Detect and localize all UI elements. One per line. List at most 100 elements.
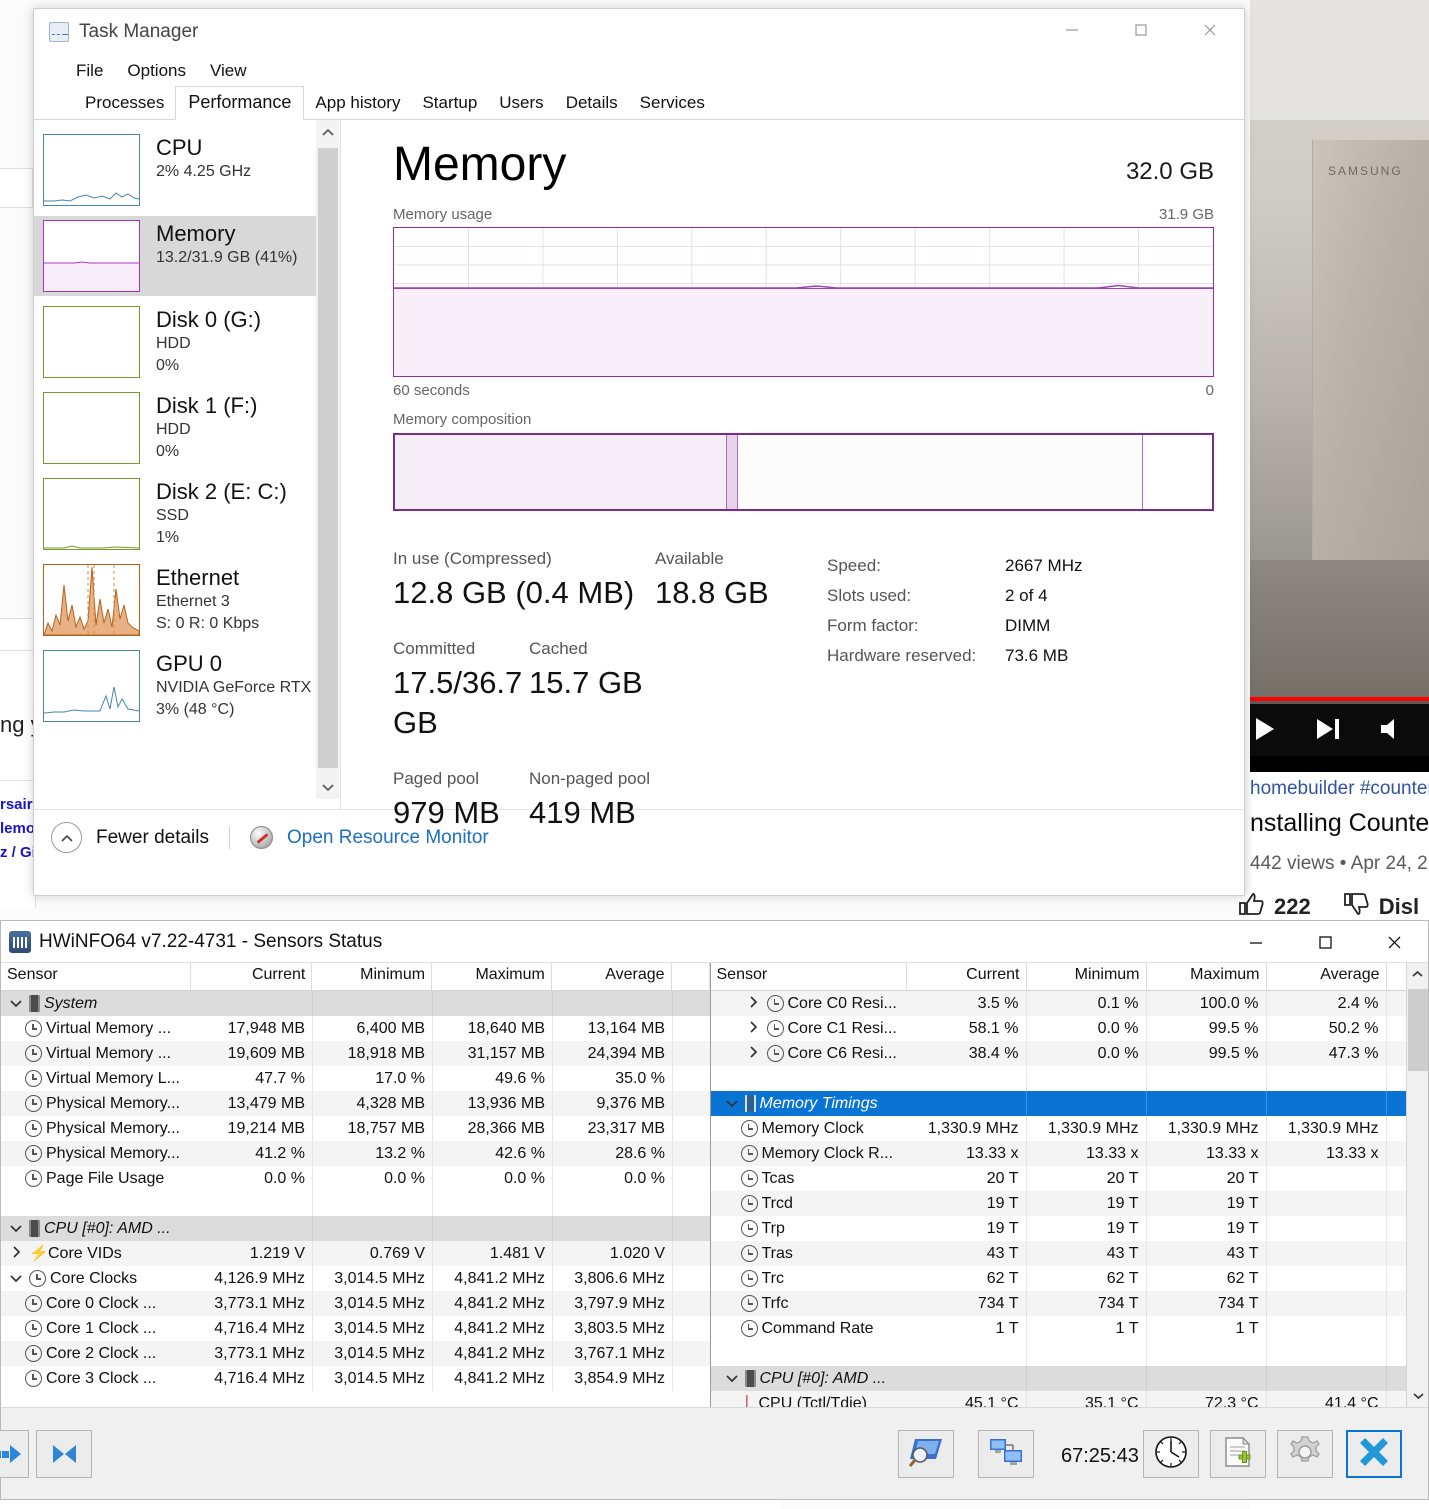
tab-users[interactable]: Users (488, 88, 554, 120)
remote-monitor-button[interactable] (978, 1430, 1034, 1478)
sensor-row[interactable]: Core 0 Clock ... 3,773.1 MHz 3,014.5 MHz 4,… (1, 1291, 710, 1316)
column-header-current-r[interactable]: Current (906, 963, 1027, 990)
sensor-row[interactable]: Memory Clock R... 13.33 x 13.33 x 13.33 x 13… (710, 1141, 1428, 1166)
maximize-icon[interactable] (1290, 921, 1359, 962)
chevron-right-icon[interactable] (745, 996, 763, 1011)
close-icon[interactable] (1175, 9, 1244, 51)
minimize-icon[interactable] (1221, 921, 1290, 962)
chevron-down-icon[interactable] (7, 996, 25, 1011)
sidebar-item-disk2[interactable]: Disk 2 (E: C:) SSD 1% (34, 474, 340, 554)
scroll-down-icon[interactable] (1407, 1385, 1428, 1407)
memory-composition-bar[interactable] (393, 433, 1214, 511)
chevron-down-icon[interactable] (723, 1096, 741, 1111)
task-manager-titlebar[interactable]: Task Manager (34, 9, 1244, 55)
sidebar-item-gpu0[interactable]: GPU 0 NVIDIA GeForce RTX 3% (48 °C) (34, 646, 340, 726)
menu-view[interactable]: View (210, 61, 247, 81)
sensor-row[interactable]: Core 1 Clock ... 4,716.4 MHz 3,014.5 MHz 4,… (1, 1316, 710, 1341)
collapse-columns-button[interactable] (36, 1430, 92, 1478)
sensor-row[interactable]: Trc 62 T 62 T 62 T (711, 1266, 1429, 1291)
sensor-group-row[interactable]: Memory Timings (710, 1091, 1428, 1116)
tab-startup[interactable]: Startup (411, 88, 488, 120)
scroll-down-icon[interactable] (316, 775, 340, 799)
sensor-row[interactable]: Physical Memory... 19,214 MB 18,757 MB 28,3… (1, 1116, 710, 1141)
sidebar-item-ethernet[interactable]: Ethernet Ethernet 3 S: 0 R: 0 Kbps (34, 560, 340, 640)
sensor-row[interactable]: Virtual Memory L... 47.7 % 17.0 % 49.6 % 35.… (1, 1066, 710, 1091)
column-header-average[interactable]: Average (551, 963, 672, 990)
scroll-up-icon[interactable] (1407, 963, 1428, 985)
sensor-row[interactable]: Core C6 Resi... 38.4 % 0.0 % 99.5 % 47.3 % (710, 1041, 1428, 1066)
sensor-row[interactable]: Memory Clock 1,330.9 MHz 1,330.9 MHz 1,330.… (711, 1116, 1429, 1141)
logging-button[interactable] (1210, 1430, 1266, 1478)
chevron-up-icon[interactable] (51, 822, 82, 853)
sensor-row[interactable]: Physical Memory... 41.2 % 13.2 % 42.6 % 28.6… (1, 1141, 710, 1166)
tab-performance[interactable]: Performance (175, 86, 305, 120)
play-icon[interactable] (1252, 716, 1276, 747)
sensor-row[interactable]: Trfc 734 T 734 T 734 T (710, 1291, 1428, 1316)
column-header-average-r[interactable]: Average (1266, 963, 1387, 990)
chevron-right-icon[interactable] (745, 1046, 763, 1061)
sensor-row[interactable]: Tras 43 T 43 T 43 T (710, 1241, 1428, 1266)
volume-icon[interactable] (1380, 718, 1406, 745)
scroll-up-icon[interactable] (316, 120, 340, 144)
column-header-current[interactable]: Current (190, 963, 313, 990)
settings-button[interactable] (1277, 1430, 1333, 1478)
sidebar-item-disk1[interactable]: Disk 1 (F:) HDD 0% (34, 388, 340, 468)
expand-columns-button[interactable] (0, 1430, 29, 1478)
dislike-button[interactable]: Disl (1343, 892, 1419, 922)
tab-processes[interactable]: Processes (74, 88, 175, 120)
sensor-row[interactable]: Core C0 Resi... 3.5 % 0.1 % 100.0 % 2.4 % (710, 991, 1428, 1016)
sensor-row[interactable]: Core C1 Resi... 58.1 % 0.0 % 99.5 % 50.2 % (711, 1016, 1429, 1041)
column-header-minimum[interactable]: Minimum (312, 963, 433, 990)
composition-segment-free[interactable] (1142, 435, 1212, 509)
sensor-row[interactable]: Physical Memory... 13,479 MB 4,328 MB 13,93… (1, 1091, 710, 1116)
sensor-row[interactable]: Command Rate 1 T1 T1 T (711, 1316, 1429, 1341)
column-header-sensor-r[interactable]: Sensor (710, 963, 907, 990)
column-header-maximum[interactable]: Maximum (432, 963, 552, 990)
sensor-scroll-thumb[interactable] (1408, 989, 1428, 1071)
tab-app-history[interactable]: App history (304, 88, 411, 120)
menu-options[interactable]: Options (127, 61, 186, 81)
close-sensors-button[interactable] (1346, 1430, 1402, 1478)
sensor-row[interactable]: Virtual Memory ... 19,609 MB 18,918 MB 31,1… (1, 1041, 710, 1066)
sensor-row[interactable]: Trcd 19 T 19 T 19 T (710, 1191, 1428, 1216)
chevron-right-icon[interactable] (745, 1021, 763, 1036)
sensor-group-row[interactable]: CPU [#0]: AMD ... (1, 1216, 710, 1241)
reset-timer-button[interactable] (1143, 1430, 1199, 1478)
sensor-row[interactable]: ⚡ Core VIDs 1.219 V 0.769 V 1.481 V 1.020 V (1, 1241, 710, 1266)
hwinfo-titlebar[interactable]: HWiNFO64 v7.22-4731 - Sensors Status (1, 921, 1428, 963)
sensor-row[interactable]: Core 2 Clock ... 3,773.1 MHz 3,014.5 MHz 4,… (1, 1341, 710, 1366)
like-button[interactable]: 222 (1238, 892, 1311, 922)
sensor-row[interactable]: Tcas 20 T 20 T 20 T (711, 1166, 1429, 1191)
minimize-icon[interactable] (1037, 9, 1106, 51)
sensor-group-row[interactable]: System (1, 991, 710, 1016)
column-header-sensor[interactable]: Sensor (1, 963, 191, 990)
chevron-down-icon[interactable] (7, 1271, 25, 1286)
column-header-maximum-r[interactable]: Maximum (1146, 963, 1267, 990)
sensor-row[interactable]: │ CPU (Tctl/Tdie) 45.1 °C 35.1 °C 72.3 °C 41.… (710, 1391, 1428, 1407)
chevron-right-icon[interactable] (7, 1246, 25, 1261)
sidebar-item-disk0[interactable]: Disk 0 (G:) HDD 0% (34, 302, 340, 382)
chevron-down-icon[interactable] (7, 1221, 25, 1236)
maximize-icon[interactable] (1106, 9, 1175, 51)
column-header-minimum-r[interactable]: Minimum (1026, 963, 1147, 990)
composition-segment-in-use[interactable] (395, 435, 726, 509)
sidebar-item-memory[interactable]: Memory 13.2/31.9 GB (41%) (34, 216, 340, 296)
close-icon[interactable] (1359, 921, 1428, 962)
composition-segment-standby[interactable] (737, 435, 1142, 509)
sensor-group-row[interactable]: CPU [#0]: AMD ... (710, 1366, 1428, 1391)
sensor-scrollbar-right[interactable] (1406, 963, 1428, 1407)
menu-file[interactable]: File (76, 61, 103, 81)
tab-services[interactable]: Services (629, 88, 716, 120)
next-track-icon[interactable] (1314, 717, 1342, 746)
fewer-details-button[interactable]: Fewer details (96, 827, 209, 849)
sensor-row[interactable]: Page File Usage 0.0 % 0.0 % 0.0 % 0.0 % (1, 1166, 710, 1191)
sensor-row[interactable]: Core Clocks 4,126.9 MHz 3,014.5 MHz 4,841.2… (1, 1266, 710, 1291)
sensor-row[interactable]: Core 3 Clock ... 4,716.4 MHz 3,014.5 MHz 4,… (1, 1366, 710, 1391)
video-tags[interactable]: homebuilder #countertc (1250, 778, 1429, 800)
tab-details[interactable]: Details (555, 88, 629, 120)
chevron-down-icon[interactable] (723, 1371, 741, 1386)
sensor-preview-button[interactable] (898, 1430, 954, 1478)
sidebar-scroll-thumb[interactable] (318, 148, 338, 768)
sensor-row[interactable]: Trp 19 T 19 T 19 T (711, 1216, 1429, 1241)
sidebar-item-cpu[interactable]: CPU 2% 4.25 GHz (34, 130, 340, 210)
